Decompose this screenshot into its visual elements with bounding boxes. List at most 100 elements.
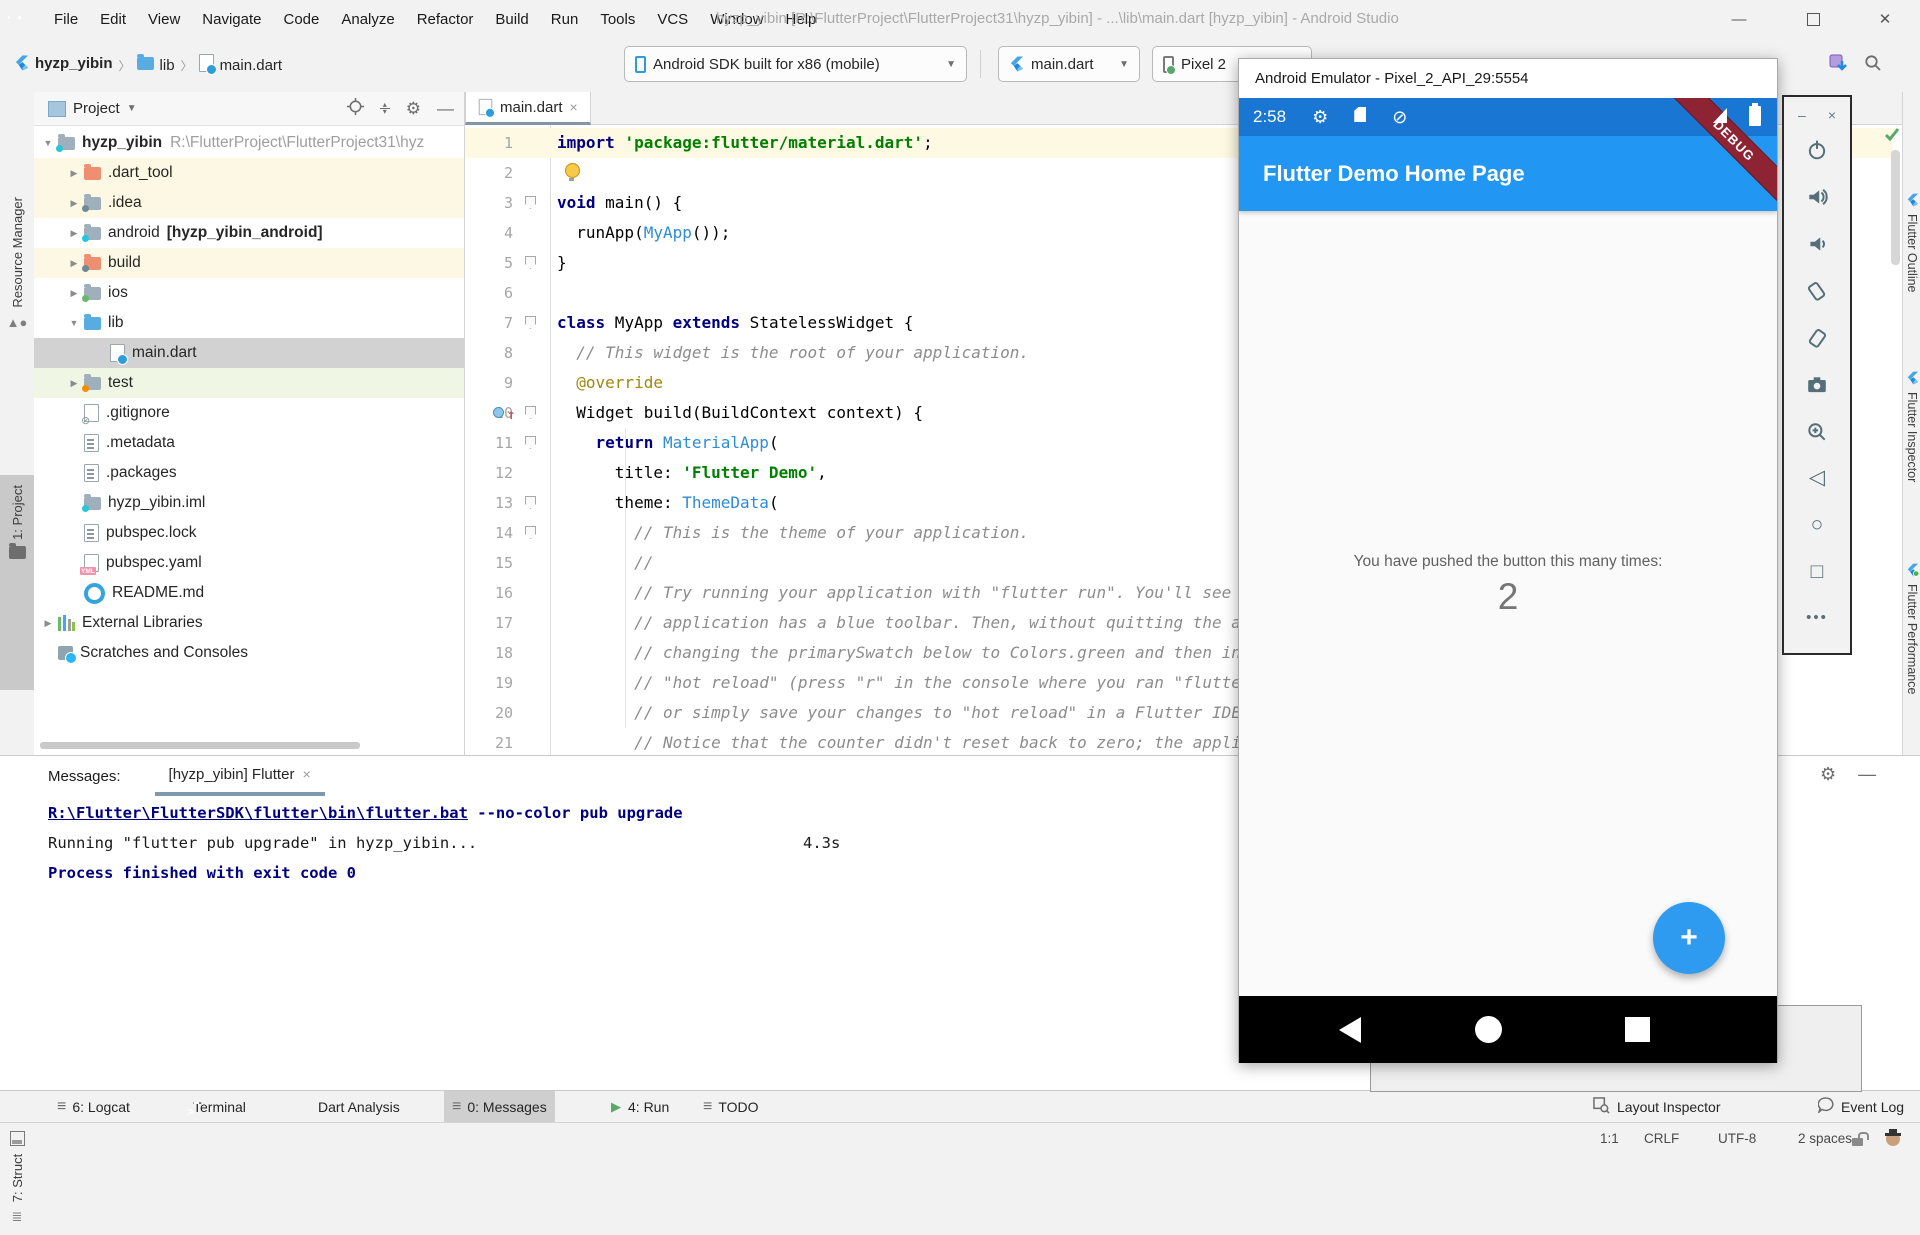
run-config-dropdown[interactable]: main.dart ▼ [998,46,1140,82]
tree-closed-arrow-icon[interactable]: ▶ [68,198,80,209]
tree-open-arrow-icon[interactable]: ▼ [42,138,54,148]
emulator-volume-down-button[interactable] [1784,233,1850,255]
toolwindow-button-layout-inspector[interactable]: Layout Inspector [1585,1091,1729,1122]
status-utf-8[interactable]: UTF-8 [1718,1123,1756,1154]
menu-vcs[interactable]: VCS [647,7,698,32]
sidebar-item-resource-manager[interactable]: Resource Manager▲● [0,197,34,457]
minimize-icon[interactable]: — [437,99,454,119]
toolwindow-toggle-icon[interactable] [10,1123,25,1154]
menu-tools[interactable]: Tools [590,7,645,32]
nav-back-button[interactable] [1339,1017,1361,1043]
fold-marker-icon[interactable] [525,256,536,269]
emulator-power-button[interactable] [1784,139,1850,161]
tree-closed-arrow-icon[interactable]: ▶ [42,618,54,629]
emulator-rotate-left-button[interactable] [1784,280,1850,302]
breadcrumb-item-main.dart[interactable]: main.dart [199,54,283,76]
nav-home-button[interactable] [1475,1016,1502,1043]
window-minimize-button[interactable]: — [1716,0,1762,38]
tree-closed-arrow-icon[interactable]: ▶ [68,258,80,269]
emulator-zoom-button[interactable] [1784,421,1850,443]
override-marker-icon[interactable] [493,407,504,418]
toolwindow-button-0-messages[interactable]: ≡0: Messages [444,1091,555,1122]
tree-closed-arrow-icon[interactable]: ▶ [68,228,80,239]
tree-item-test[interactable]: ▶test [34,368,464,398]
menu-code[interactable]: Code [273,7,329,32]
nav-recents-button[interactable] [1625,1017,1650,1042]
gear-icon[interactable]: ⚙ [406,99,421,119]
tree-item-main-dart[interactable]: main.dart [34,338,464,368]
status-crlf[interactable]: CRLF [1644,1123,1679,1154]
tree-closed-arrow-icon[interactable]: ▶ [68,378,80,389]
status-1-1[interactable]: 1:1 [1600,1123,1619,1154]
tree-item-android[interactable]: ▶android[hyzp_yibin_android] [34,218,464,248]
collapse-all-icon[interactable]: ▴▾ [380,103,390,115]
sidebar-item-flutter-inspector[interactable]: Flutter Inspector [1903,370,1920,535]
window-close-button[interactable]: ✕ [1862,0,1908,38]
emulator-home-button[interactable]: ○ [1784,515,1850,536]
window-maximize-button[interactable] [1790,0,1836,38]
tree-item-pubspec-lock[interactable]: pubspec.lock [34,518,464,548]
intention-bulb-icon[interactable] [565,163,580,178]
emulator-close-button[interactable]: × [1828,107,1836,123]
tree-closed-arrow-icon[interactable]: ▶ [68,168,80,179]
fold-marker-icon[interactable] [525,526,536,539]
gear-icon[interactable]: ⚙ [1820,764,1836,785]
fold-marker-icon[interactable] [525,496,536,509]
close-icon[interactable]: × [570,99,578,115]
sidebar-item-flutter-performance[interactable]: Flutter Performance [1903,562,1920,752]
device-selector-dropdown[interactable]: Android SDK built for x86 (mobile) ▼ [624,46,967,82]
toolwindow-button-dart-analysis[interactable]: Dart Analysis [303,1091,408,1122]
fold-marker-icon[interactable] [525,316,536,329]
close-icon[interactable]: × [302,766,310,782]
menu-file[interactable]: File [44,7,88,32]
tree-item--dart-tool[interactable]: ▶.dart_tool [34,158,464,188]
fold-marker-icon[interactable] [525,406,536,419]
tree-item-build[interactable]: ▶build [34,248,464,278]
editor-tab-main-dart[interactable]: main.dart × [465,92,591,125]
breadcrumb-item-lib[interactable]: lib [137,57,175,74]
status-2-spaces[interactable]: 2 spaces [1798,1123,1852,1154]
inspections-ok-icon[interactable] [1884,126,1900,142]
toolwindow-button-todo[interactable]: ≡TODO [695,1091,767,1122]
fold-marker-icon[interactable] [525,436,536,449]
menu-analyze[interactable]: Analyze [331,7,404,32]
fold-marker-icon[interactable] [525,196,536,209]
menu-view[interactable]: View [138,7,190,32]
tree-item-pubspec-yaml[interactable]: pubspec.yaml [34,548,464,578]
unlocked-icon[interactable] [1852,1123,1863,1154]
messages-tab-flutter[interactable]: [hyzp_yibin] Flutter × [155,756,325,796]
tree-item-hyzp-yibin-iml[interactable]: hyzp_yibin.iml [34,488,464,518]
tree-closed-arrow-icon[interactable]: ▶ [68,288,80,299]
project-panel-title[interactable]: Project [73,100,120,117]
toolwindow-button-6-logcat[interactable]: ≡6: Logcat [49,1091,138,1122]
horizontal-scrollbar[interactable] [40,742,360,749]
sidebar-item-1-project[interactable]: 1: Project [0,475,34,690]
tree-item-scratches-and-consoles[interactable]: Scratches and Consoles [34,638,464,668]
emulator-rotate-right-button[interactable] [1784,327,1850,349]
fab-increment-button[interactable]: + [1653,902,1725,974]
tree-open-arrow-icon[interactable]: ▼ [68,318,80,328]
minimize-icon[interactable]: — [1858,764,1876,785]
emulator-more-button[interactable]: ••• [1784,609,1850,627]
tree-item--packages[interactable]: .packages [34,458,464,488]
console-link[interactable]: R:\Flutter\FlutterSDK\flutter\bin\flutte… [48,804,468,822]
toolwindow-button-event-log[interactable]: Event Log [1810,1091,1912,1122]
emulator-back-button[interactable]: ◁ [1784,468,1850,489]
tree-item--gitignore[interactable]: .gitignore [34,398,464,428]
toolwindow-button-4-run[interactable]: ▶4: Run [603,1091,677,1122]
emulator-screen[interactable]: 2:58 ⚙ ⊘ DEBUG Flutter Demo Home Page Yo… [1239,98,1777,1063]
emulator-volume-up-button[interactable] [1784,186,1850,208]
emulator-camera-button[interactable] [1784,374,1850,396]
menu-refactor[interactable]: Refactor [407,7,484,32]
tree-item-lib[interactable]: ▼lib [34,308,464,338]
tree-item--idea[interactable]: ▶.idea [34,188,464,218]
locate-icon[interactable] [347,98,364,119]
editor-scrollbar[interactable] [1891,150,1900,265]
emulator-title-bar[interactable]: Android Emulator - Pixel_2_API_29:5554 [1239,59,1777,98]
toolwindow-button-terminal[interactable]: Terminal [178,1091,254,1122]
menu-navigate[interactable]: Navigate [192,7,271,32]
emulator-minimize-button[interactable]: – [1798,107,1806,123]
sdk-manager-icon[interactable] [1828,53,1848,78]
menu-edit[interactable]: Edit [90,7,136,32]
search-icon[interactable] [1864,54,1882,77]
